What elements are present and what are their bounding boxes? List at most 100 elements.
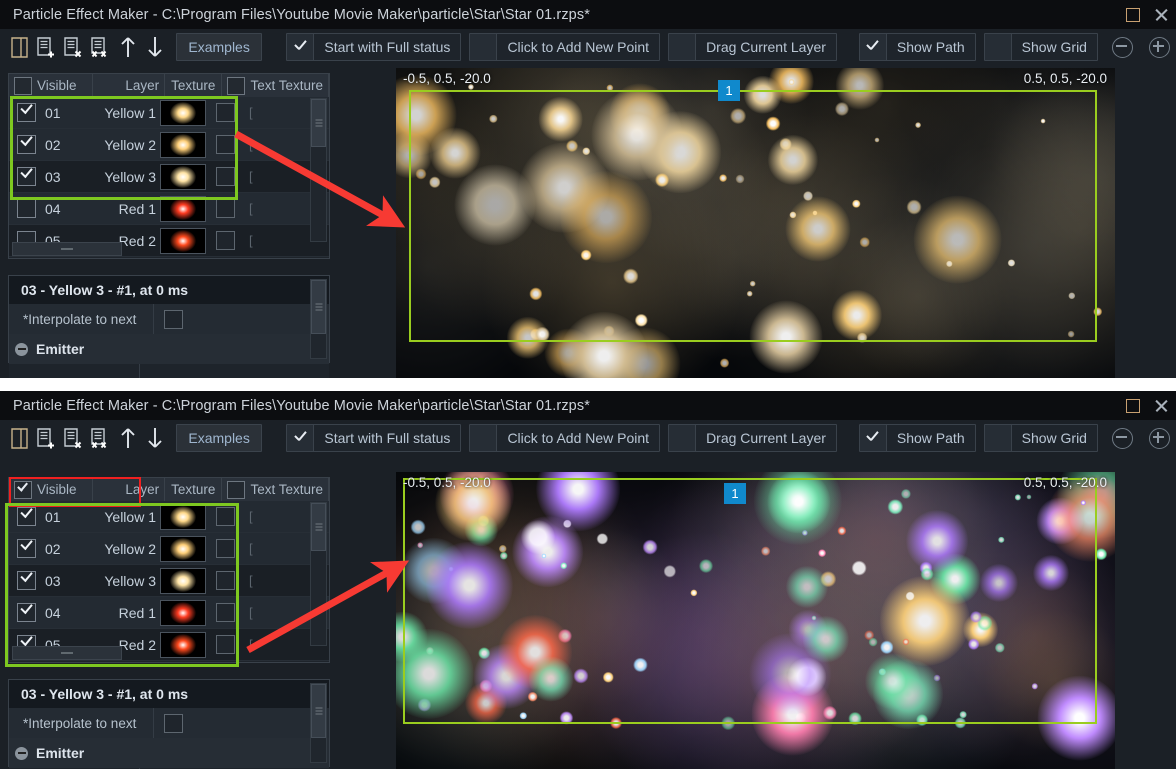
cell-texture[interactable]	[159, 129, 207, 160]
maximize-icon[interactable]	[1126, 398, 1140, 413]
texture-swatch[interactable]	[160, 227, 206, 254]
cell-text-texture[interactable]	[207, 533, 243, 564]
add-layer-icon[interactable]	[33, 423, 60, 453]
toggle-show-path[interactable]: Show Path	[858, 33, 976, 61]
layer-list-hscrollbar-bottom[interactable]	[12, 646, 122, 660]
delete-all-layers-icon[interactable]	[87, 423, 114, 453]
cell-texture[interactable]	[159, 533, 207, 564]
texture-swatch[interactable]	[160, 599, 206, 626]
visible-checkbox[interactable]	[17, 507, 36, 526]
move-up-icon[interactable]	[114, 32, 141, 62]
table-row[interactable]: 01 Yellow 1[	[9, 97, 329, 129]
preview-canvas-top[interactable]: -0.5, 0.5, -20.0 0.5, 0.5, -20.0 1	[396, 68, 1115, 378]
minus-circle-icon[interactable]	[1111, 36, 1133, 58]
header-text-texture-checkbox[interactable]	[227, 480, 246, 499]
delete-layer-icon[interactable]	[60, 423, 87, 453]
cell-text-texture[interactable]	[207, 97, 243, 128]
header-visible[interactable]: Visible	[9, 478, 94, 501]
examples-button[interactable]: Examples	[176, 424, 262, 452]
minus-circle-icon[interactable]	[1111, 427, 1133, 449]
visible-checkbox[interactable]	[17, 135, 36, 154]
texture-swatch[interactable]	[160, 163, 206, 190]
header-visible-checkbox[interactable]	[14, 76, 32, 95]
cell-text-texture[interactable]	[207, 501, 243, 532]
checkbox-click-to-add-new-point[interactable]	[470, 34, 498, 60]
header-layer[interactable]: Layer	[93, 478, 166, 501]
header-texture[interactable]: Texture	[165, 478, 223, 501]
text-texture-checkbox[interactable]	[215, 539, 235, 558]
text-texture-checkbox[interactable]	[215, 103, 235, 122]
cell-text-texture[interactable]	[207, 597, 243, 628]
texture-swatch[interactable]	[160, 535, 206, 562]
visible-checkbox[interactable]	[17, 571, 36, 590]
scrollbar-thumb[interactable]	[311, 684, 326, 738]
add-layer-icon[interactable]	[33, 32, 60, 62]
header-visible[interactable]: Visible	[9, 74, 94, 97]
visible-checkbox[interactable]	[17, 199, 36, 218]
move-up-icon[interactable]	[114, 423, 141, 453]
toggle-show-grid[interactable]: Show Grid	[983, 424, 1098, 452]
delete-layer-icon[interactable]	[60, 32, 87, 62]
checkbox-show-grid[interactable]	[984, 34, 1012, 60]
checkbox-start-with-full-status[interactable]	[287, 34, 315, 60]
point-badge-1[interactable]: 1	[724, 483, 746, 504]
texture-swatch[interactable]	[160, 131, 206, 158]
toggle-click-to-add-new-point[interactable]: Click to Add New Point	[469, 33, 661, 61]
texture-swatch[interactable]	[160, 503, 206, 530]
visible-checkbox[interactable]	[17, 603, 36, 622]
checkbox-start-with-full-status[interactable]	[287, 425, 315, 451]
open-file-icon[interactable]	[6, 423, 33, 453]
cell-texture[interactable]	[159, 161, 207, 192]
cell-texture[interactable]	[159, 97, 207, 128]
cell-visible[interactable]: 02	[9, 533, 93, 564]
cell-texture[interactable]	[159, 565, 207, 596]
layer-list-hscrollbar-top[interactable]	[12, 242, 122, 256]
properties-vscrollbar-top[interactable]	[310, 279, 327, 359]
table-row[interactable]: 01 Yellow 1[	[9, 501, 329, 533]
cell-texture[interactable]	[159, 629, 207, 660]
toggle-start-with-full-status[interactable]: Start with Full status	[286, 424, 462, 452]
cell-visible[interactable]: 01	[9, 501, 93, 532]
maximize-icon[interactable]	[1126, 7, 1140, 22]
checkbox-show-path[interactable]	[859, 425, 887, 451]
toggle-drag-current-layer[interactable]: Drag Current Layer	[668, 424, 837, 452]
checkbox-click-to-add-new-point[interactable]	[470, 425, 498, 451]
visible-checkbox[interactable]	[17, 103, 36, 122]
visible-checkbox[interactable]	[17, 167, 36, 186]
scrollbar-thumb[interactable]	[311, 280, 326, 334]
cell-visible[interactable]: 01	[9, 97, 93, 128]
checkbox-drag-current-layer[interactable]	[669, 425, 697, 451]
cell-visible[interactable]: 04	[9, 193, 93, 224]
toggle-show-grid[interactable]: Show Grid	[983, 33, 1098, 61]
texture-swatch[interactable]	[160, 195, 206, 222]
cell-texture[interactable]	[159, 225, 207, 256]
close-icon[interactable]	[1154, 8, 1168, 22]
interpolate-checkbox[interactable]	[164, 713, 183, 733]
interpolate-checkbox[interactable]	[164, 309, 183, 329]
header-text-texture[interactable]: Text Texture	[222, 478, 329, 501]
texture-swatch[interactable]	[160, 567, 206, 594]
toggle-drag-current-layer[interactable]: Drag Current Layer	[668, 33, 837, 61]
move-down-icon[interactable]	[141, 423, 168, 453]
cell-visible[interactable]: 03	[9, 565, 93, 596]
cell-texture[interactable]	[159, 597, 207, 628]
properties-vscrollbar-bottom[interactable]	[310, 683, 327, 763]
property-group-emitter[interactable]: Emitter	[9, 738, 329, 768]
cell-text-texture[interactable]	[207, 565, 243, 596]
cell-visible[interactable]: 02	[9, 129, 93, 160]
collapse-icon[interactable]	[15, 746, 28, 760]
property-group-emitter[interactable]: Emitter	[9, 334, 329, 364]
toggle-click-to-add-new-point[interactable]: Click to Add New Point	[469, 424, 661, 452]
point-badge-1[interactable]: 1	[718, 80, 740, 101]
cell-text-texture[interactable]	[207, 629, 243, 660]
move-down-icon[interactable]	[141, 32, 168, 62]
header-layer[interactable]: Layer	[93, 74, 166, 97]
header-texture[interactable]: Texture	[165, 74, 223, 97]
visible-checkbox[interactable]	[17, 539, 36, 558]
cell-visible[interactable]: 03	[9, 161, 93, 192]
checkbox-show-path[interactable]	[859, 34, 887, 60]
toggle-show-path[interactable]: Show Path	[858, 424, 976, 452]
header-text-texture[interactable]: Text Texture	[222, 74, 329, 97]
collapse-icon[interactable]	[15, 342, 28, 356]
text-texture-checkbox[interactable]	[215, 571, 235, 590]
